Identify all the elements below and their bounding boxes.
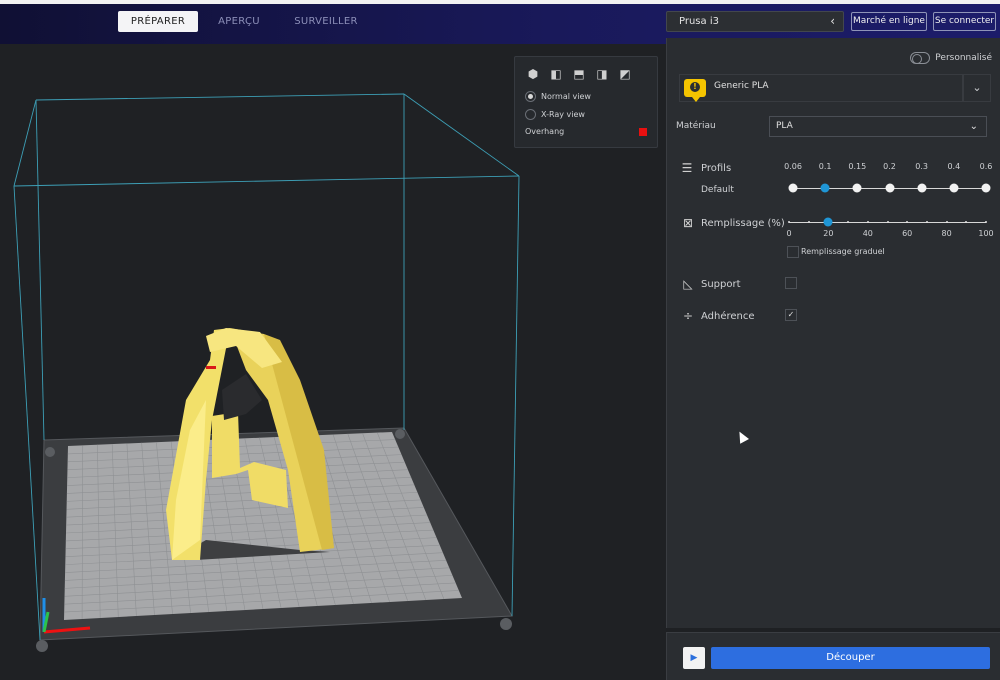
infill-tick	[886, 221, 889, 223]
layer-height-label: 0.15	[848, 162, 867, 171]
layer-height-dot-selected[interactable]	[820, 183, 830, 193]
infill-tick-label: 40	[862, 229, 873, 238]
support-checkbox[interactable]	[785, 277, 797, 289]
slice-button[interactable]: Découper	[711, 647, 990, 669]
xray-view-option[interactable]: X-Ray view	[525, 109, 585, 120]
chevron-down-icon: ⌄	[972, 81, 982, 94]
infill-tick-label: 80	[941, 229, 952, 238]
plate-corner	[395, 429, 405, 439]
layer-height-dot[interactable]	[917, 183, 927, 193]
layer-height-label: 0.6	[979, 162, 993, 171]
infill-tick	[965, 221, 968, 223]
infill-tick	[906, 221, 909, 223]
plate-corner	[500, 618, 512, 630]
adhesion-icon: ÷	[682, 309, 694, 323]
printer-selector[interactable]: Prusa i3 ‹	[666, 11, 844, 32]
gradual-infill-label: Remplissage graduel	[801, 247, 885, 256]
layer-height-dot[interactable]	[885, 183, 894, 193]
print-settings-panel: Personnalisé ! Generic PLA ⌄ Matériau PL…	[666, 38, 1000, 628]
layer-height-dot[interactable]	[788, 183, 798, 193]
material-label: Matériau	[676, 121, 716, 131]
infill-tick	[985, 221, 987, 223]
xray-view-radio[interactable]	[525, 109, 536, 120]
adhesion-label: Adhérence	[701, 311, 755, 322]
material-select[interactable]: PLA ⌄	[769, 116, 987, 137]
chevron-down-icon: ⌄	[969, 121, 978, 132]
gradual-infill-checkbox[interactable]	[787, 246, 799, 258]
layer-height-label: 0.4	[947, 162, 961, 171]
infill-tick	[925, 221, 928, 223]
tab-prepare[interactable]: PRÉPARER	[118, 11, 198, 32]
print-surface	[64, 432, 462, 620]
layer-height-label: 0.06	[784, 162, 802, 171]
top-view-icon[interactable]: ⬒	[571, 67, 587, 81]
sign-in-button[interactable]: Se connecter	[933, 12, 996, 31]
support-icon: ◺	[683, 277, 693, 291]
profiles-label: Profils	[701, 163, 732, 174]
layer-height-dot[interactable]	[981, 183, 991, 193]
infill-tick-label: 20	[823, 229, 834, 238]
adhesion-checkbox[interactable]: ✓	[785, 309, 797, 321]
infill-tick	[945, 221, 948, 223]
layer-height-label: 0.2	[883, 162, 896, 171]
check-icon: ✓	[787, 310, 795, 319]
layer-height-dot[interactable]	[852, 183, 862, 193]
support-label: Support	[701, 279, 741, 290]
play-icon: ▶	[690, 653, 698, 663]
infill-tick-label: 0	[786, 229, 792, 238]
infill-tick	[807, 221, 810, 223]
custom-mode-toggle[interactable]: Personnalisé	[910, 52, 992, 64]
material-name: Generic PLA	[714, 81, 769, 91]
infill-icon: ⊠	[682, 216, 694, 230]
tab-monitor[interactable]: SURVEILLER	[284, 11, 368, 32]
infill-tick	[788, 221, 790, 223]
printer-name: Prusa i3	[679, 16, 719, 27]
front-view-icon[interactable]: ◧	[548, 67, 564, 81]
overhang-color-swatch	[639, 128, 647, 136]
3d-viewport[interactable]: ⬢ ◧ ⬒ ◨ ◩ Normal view X-Ray view Overhan…	[0, 44, 666, 680]
plate-corner	[36, 640, 48, 652]
marketplace-button[interactable]: Marché en ligne	[851, 12, 927, 31]
3d-view-icon[interactable]: ⬢	[525, 67, 541, 81]
cura-window: PRÉPARER APERÇU SURVEILLER Prusa i3 ‹ Ma…	[0, 0, 1000, 680]
plate-corner	[45, 447, 55, 457]
tab-preview[interactable]: APERÇU	[204, 11, 274, 32]
slice-bar: ▶ Découper	[666, 632, 1000, 680]
layer-height-label: 0.1	[818, 162, 832, 171]
material-card[interactable]: ! Generic PLA	[679, 74, 963, 102]
warning-badge: !	[684, 79, 706, 102]
infill-slider-handle[interactable]	[823, 217, 833, 227]
infill-tick-label: 60	[902, 229, 913, 238]
play-button[interactable]: ▶	[683, 647, 705, 669]
overhang-legend: Overhang	[525, 127, 565, 136]
warning-icon: !	[690, 82, 700, 92]
profiles-icon: ☰	[681, 161, 693, 175]
expand-button[interactable]: ⌄	[963, 74, 991, 102]
layer-height-label: 0.3	[915, 162, 929, 171]
chevron-left-icon: ‹	[830, 14, 835, 28]
normal-view-radio[interactable]	[525, 91, 536, 102]
infill-tick	[847, 221, 850, 223]
camera-view-buttons: ⬢ ◧ ⬒ ◨ ◩	[525, 67, 633, 81]
layer-height-dot[interactable]	[949, 183, 959, 193]
infill-label: Remplissage (%)	[701, 218, 785, 229]
infill-tick	[866, 221, 869, 223]
toggle-switch[interactable]	[910, 52, 931, 64]
normal-view-option[interactable]: Normal view	[525, 91, 591, 102]
infill-tick-label: 100	[978, 229, 994, 238]
right-view-icon[interactable]: ◩	[617, 67, 633, 81]
view-mode-panel: ⬢ ◧ ⬒ ◨ ◩ Normal view X-Ray view Overhan…	[514, 56, 658, 148]
profile-default-label: Default	[701, 185, 734, 195]
left-view-icon[interactable]: ◨	[594, 67, 610, 81]
